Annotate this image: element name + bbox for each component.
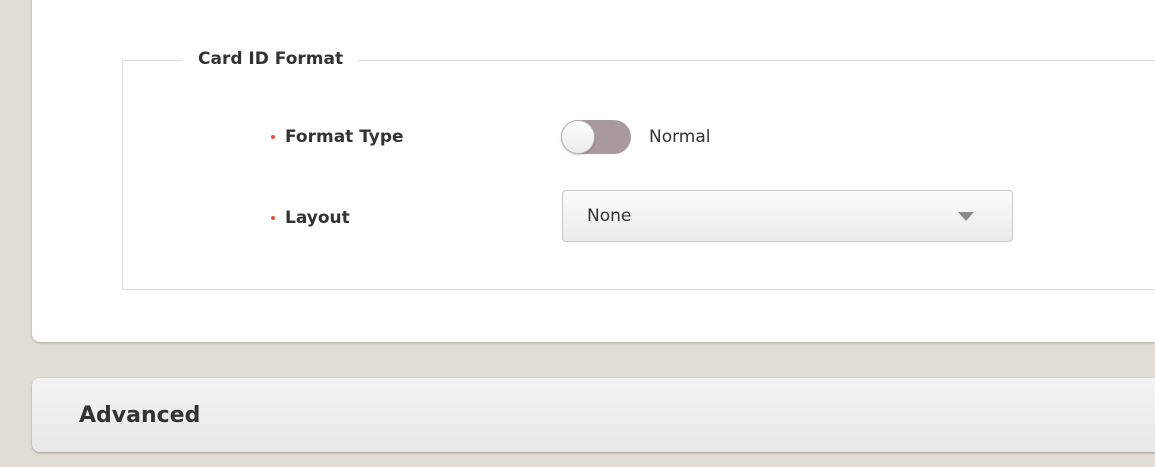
card-id-format-fieldset [122, 60, 1155, 290]
required-marker [271, 216, 275, 220]
advanced-section-header[interactable]: Advanced [32, 378, 1155, 452]
format-type-toggle[interactable] [561, 120, 631, 154]
format-type-label: Format Type [285, 127, 404, 147]
advanced-title: Advanced [79, 403, 201, 428]
format-type-value: Normal [649, 127, 711, 147]
caret-down-icon [958, 212, 974, 221]
required-marker [271, 135, 275, 139]
layout-select-value: None [587, 206, 632, 226]
layout-label: Layout [285, 208, 350, 228]
toggle-knob [561, 120, 595, 154]
card-id-format-legend: Card ID Format [182, 46, 358, 72]
layout-select[interactable]: None [562, 190, 1013, 242]
